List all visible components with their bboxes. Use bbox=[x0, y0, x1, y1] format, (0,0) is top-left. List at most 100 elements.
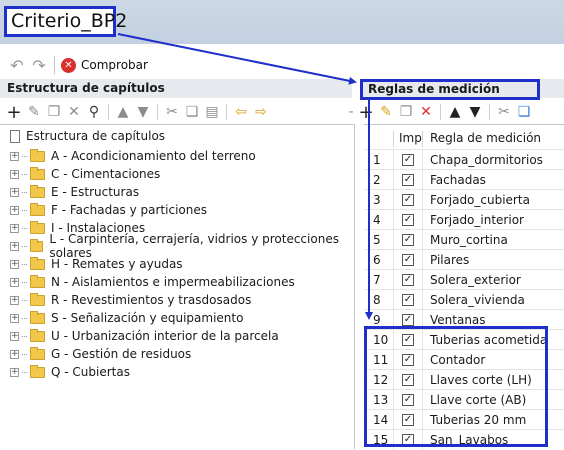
rule-row[interactable]: 2 ✓ Fachadas bbox=[364, 169, 564, 190]
tree-item[interactable]: + H - Remates y ayudas bbox=[10, 255, 183, 273]
include-checkbox[interactable]: ✓ bbox=[402, 254, 414, 266]
rule-row[interactable]: 8 ✓ Solera_vivienda bbox=[364, 289, 564, 310]
expand-icon[interactable]: + bbox=[10, 295, 19, 305]
move-up-icon[interactable]: ▲ bbox=[113, 102, 133, 122]
rule-row[interactable]: 12 ✓ Llaves corte (LH) bbox=[364, 369, 564, 390]
add-icon[interactable]: + bbox=[4, 102, 24, 123]
rule-row[interactable]: 7 ✓ Solera_exterior bbox=[364, 269, 564, 290]
check-button[interactable]: ✕ Comprobar bbox=[61, 57, 148, 73]
include-checkbox[interactable]: ✓ bbox=[402, 274, 414, 286]
rule-row[interactable]: 6 ✓ Pilares bbox=[364, 249, 564, 270]
expand-icon[interactable]: + bbox=[10, 187, 19, 197]
separator bbox=[393, 230, 394, 250]
tree-item[interactable]: + E - Estructuras bbox=[10, 183, 139, 201]
row-number: 14 bbox=[373, 413, 389, 427]
search-icon[interactable]: ⚲ bbox=[84, 102, 104, 122]
cut-icon[interactable]: ✂ bbox=[162, 102, 182, 122]
column-imp[interactable]: Imp bbox=[399, 131, 422, 145]
expand-icon[interactable]: + bbox=[10, 223, 19, 233]
expand-icon[interactable]: + bbox=[10, 169, 19, 179]
move-down-icon[interactable]: ▼ bbox=[133, 102, 153, 122]
include-checkbox[interactable]: ✓ bbox=[402, 234, 414, 246]
edit-pencil-icon[interactable]: ✎ bbox=[24, 102, 44, 122]
tree-item[interactable]: + R - Revestimientos y trasdosados bbox=[10, 291, 251, 309]
tree-item[interactable]: + A - Acondicionamiento del terreno bbox=[10, 147, 256, 165]
expand-icon[interactable]: + bbox=[10, 241, 19, 251]
expand-icon[interactable]: + bbox=[10, 151, 19, 161]
redo-icon[interactable]: ↷ bbox=[30, 56, 48, 75]
include-checkbox[interactable]: ✓ bbox=[402, 314, 414, 326]
include-checkbox[interactable]: ✓ bbox=[402, 414, 414, 426]
rule-row[interactable]: 11 ✓ Contador bbox=[364, 349, 564, 370]
expand-icon[interactable]: + bbox=[10, 367, 19, 377]
tree-item-label: E - Estructuras bbox=[51, 185, 140, 199]
expand-icon[interactable]: + bbox=[10, 313, 19, 323]
expand-icon[interactable]: + bbox=[10, 259, 19, 269]
paste-icon[interactable]: ▤ bbox=[202, 102, 222, 122]
include-checkbox[interactable]: ✓ bbox=[402, 214, 414, 226]
tree-item[interactable]: + F - Fachadas y particiones bbox=[10, 201, 207, 219]
tree-connector bbox=[22, 245, 27, 247]
include-checkbox[interactable]: ✓ bbox=[402, 154, 414, 166]
rule-name: Forjado_interior bbox=[430, 213, 524, 227]
rule-row[interactable]: 10 ✓ Tuberias acometida bbox=[364, 329, 564, 350]
duplicate-icon[interactable]: ❏ bbox=[514, 102, 534, 122]
separator bbox=[422, 190, 423, 210]
separator bbox=[393, 190, 394, 210]
separator bbox=[422, 370, 423, 390]
include-checkbox[interactable]: ✓ bbox=[402, 374, 414, 386]
rule-row[interactable]: 4 ✓ Forjado_interior bbox=[364, 209, 564, 230]
duplicate-icon[interactable]: ❏ bbox=[182, 102, 202, 122]
expand-icon[interactable]: + bbox=[10, 331, 19, 341]
undo-icon[interactable]: ↶ bbox=[8, 56, 26, 75]
export-icon[interactable]: ⇨ bbox=[251, 102, 271, 122]
tree-connector bbox=[22, 191, 27, 193]
move-down-icon[interactable]: ▼ bbox=[465, 102, 485, 122]
tree-root[interactable]: Estructura de capítulos bbox=[10, 129, 165, 143]
include-checkbox[interactable]: ✓ bbox=[402, 354, 414, 366]
include-checkbox[interactable]: ✓ bbox=[402, 194, 414, 206]
rule-row[interactable]: 1 ✓ Chapa_dormitorios bbox=[364, 149, 564, 170]
tree-item[interactable]: + L - Carpintería, cerrajería, vidrios y … bbox=[10, 232, 354, 260]
column-rule[interactable]: Regla de medición bbox=[430, 131, 541, 145]
include-checkbox[interactable]: ✓ bbox=[402, 434, 414, 446]
copy-icon[interactable]: ❐ bbox=[396, 102, 416, 122]
rule-row[interactable]: 9 ✓ Ventanas bbox=[364, 309, 564, 330]
chapter-tree: Estructura de capítulos + A - Acondiciona… bbox=[0, 124, 355, 449]
rule-row[interactable]: 15 ✓ San_Lavabos bbox=[364, 429, 564, 450]
separator bbox=[393, 290, 394, 310]
tree-item[interactable]: + Q - Cubiertas bbox=[10, 363, 130, 381]
rule-row[interactable]: 5 ✓ Muro_cortina bbox=[364, 229, 564, 250]
include-checkbox[interactable]: ✓ bbox=[402, 394, 414, 406]
move-up-icon[interactable]: ▲ bbox=[445, 102, 465, 122]
tree-item[interactable]: + U - Urbanización interior de la parcela bbox=[10, 327, 279, 345]
remove-icon[interactable]: - bbox=[346, 102, 356, 122]
tree-item[interactable]: + S - Señalización y equipamiento bbox=[10, 309, 243, 327]
import-icon[interactable]: ⇦ bbox=[231, 102, 251, 122]
add-rule-icon[interactable]: + bbox=[356, 102, 376, 123]
folder-icon bbox=[30, 364, 45, 378]
expand-icon[interactable]: + bbox=[10, 277, 19, 287]
copy-icon[interactable]: ❐ bbox=[44, 102, 64, 122]
tree-item[interactable]: + G - Gestión de residuos bbox=[10, 345, 191, 363]
include-checkbox[interactable]: ✓ bbox=[402, 174, 414, 186]
separator bbox=[422, 170, 423, 190]
tree-item[interactable]: + N - Aislamientos e impermeabilizaciones bbox=[10, 273, 295, 291]
rule-row[interactable]: 3 ✓ Forjado_cubierta bbox=[364, 189, 564, 210]
expand-icon[interactable]: + bbox=[10, 349, 19, 359]
edit-pencil-icon[interactable]: ✎ bbox=[376, 102, 396, 122]
include-checkbox[interactable]: ✓ bbox=[402, 334, 414, 346]
rule-row[interactable]: 13 ✓ Llave corte (AB) bbox=[364, 389, 564, 410]
expand-icon[interactable]: + bbox=[10, 205, 19, 215]
include-checkbox[interactable]: ✓ bbox=[402, 294, 414, 306]
separator bbox=[393, 390, 394, 410]
tree-item[interactable]: + C - Cimentaciones bbox=[10, 165, 160, 183]
delete-icon[interactable]: ✕ bbox=[416, 102, 436, 122]
row-number: 10 bbox=[373, 333, 389, 347]
rule-row[interactable]: 14 ✓ Tuberias 20 mm bbox=[364, 409, 564, 430]
delete-icon[interactable]: ✕ bbox=[64, 102, 84, 122]
separator bbox=[422, 290, 423, 310]
tree-connector bbox=[22, 173, 27, 175]
rule-name: Llaves corte (LH) bbox=[430, 373, 532, 387]
cut-icon[interactable]: ✂ bbox=[494, 102, 514, 122]
